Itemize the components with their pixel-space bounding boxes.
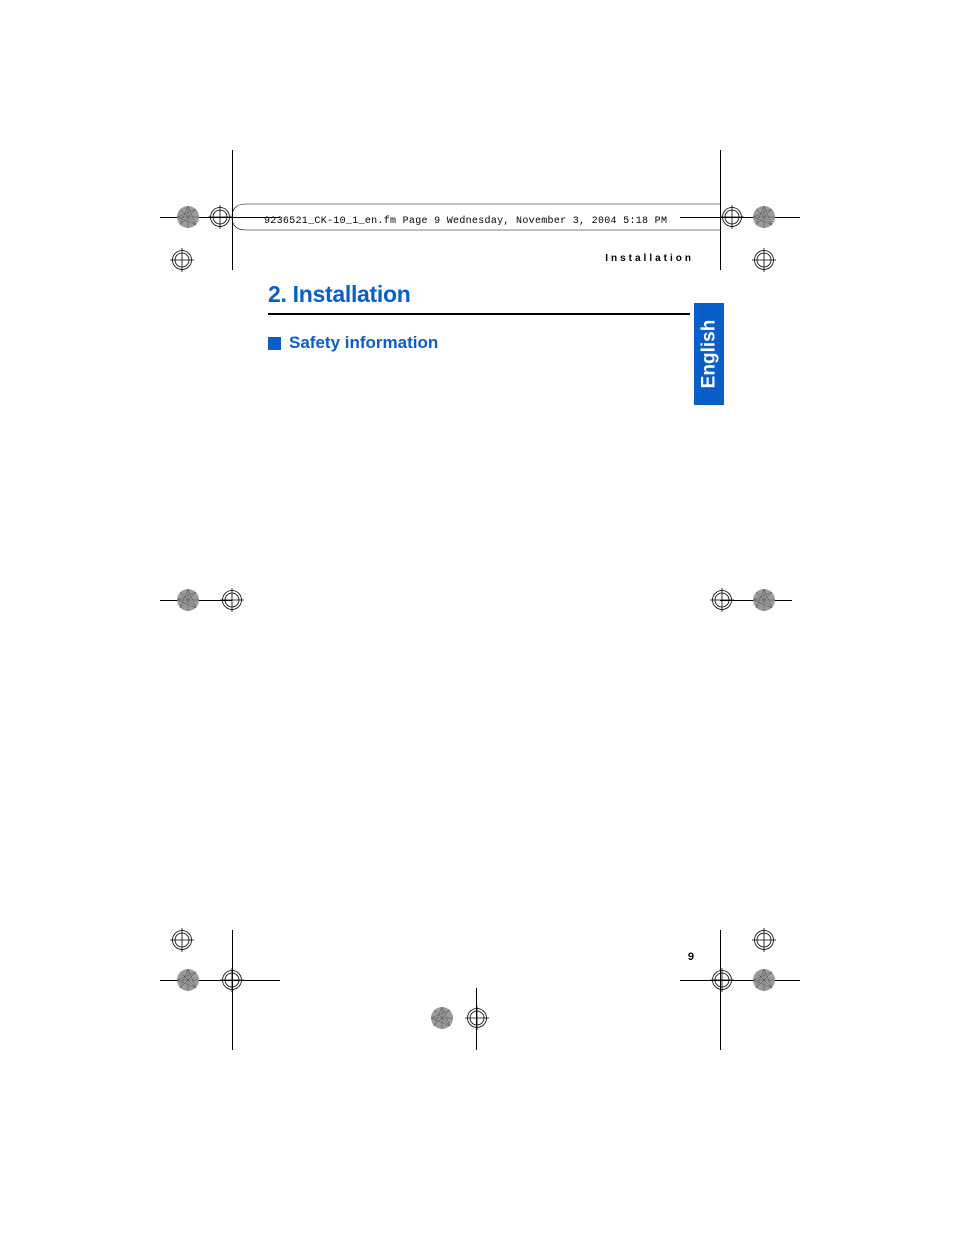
registration-mark-icon [710, 588, 734, 612]
chapter-title-rule [268, 313, 690, 315]
section-bullet-icon [268, 337, 281, 350]
registration-mark-icon [752, 248, 776, 272]
registration-mark-icon [465, 1006, 489, 1030]
registration-mark-icon [720, 205, 744, 229]
crop-line [232, 150, 233, 270]
printer-mark-icon [430, 1006, 454, 1030]
crop-line [680, 980, 800, 981]
printer-mark-icon [752, 588, 776, 612]
printer-mark-icon [176, 588, 200, 612]
running-head: Installation [605, 253, 694, 264]
registration-mark-icon [170, 928, 194, 952]
section-title: Safety information [289, 333, 438, 353]
registration-mark-icon [220, 588, 244, 612]
registration-mark-icon [208, 205, 232, 229]
framemaker-header-text: 9236521_CK-10_1_en.fm Page 9 Wednesday, … [264, 216, 667, 227]
section-heading: Safety information [268, 333, 438, 353]
page-content-frame: 9236521_CK-10_1_en.fm Page 9 Wednesday, … [230, 203, 724, 1023]
registration-mark-icon [710, 968, 734, 992]
language-tab: English [694, 303, 724, 405]
page-number: 9 [688, 951, 694, 963]
registration-mark-icon [220, 968, 244, 992]
language-tab-label: English [698, 320, 720, 389]
registration-mark-icon [170, 248, 194, 272]
registration-mark-icon [752, 928, 776, 952]
printer-mark-icon [752, 968, 776, 992]
printer-mark-icon [176, 205, 200, 229]
printer-mark-icon [176, 968, 200, 992]
chapter-title: 2. Installation [268, 281, 410, 308]
printer-mark-icon [752, 205, 776, 229]
